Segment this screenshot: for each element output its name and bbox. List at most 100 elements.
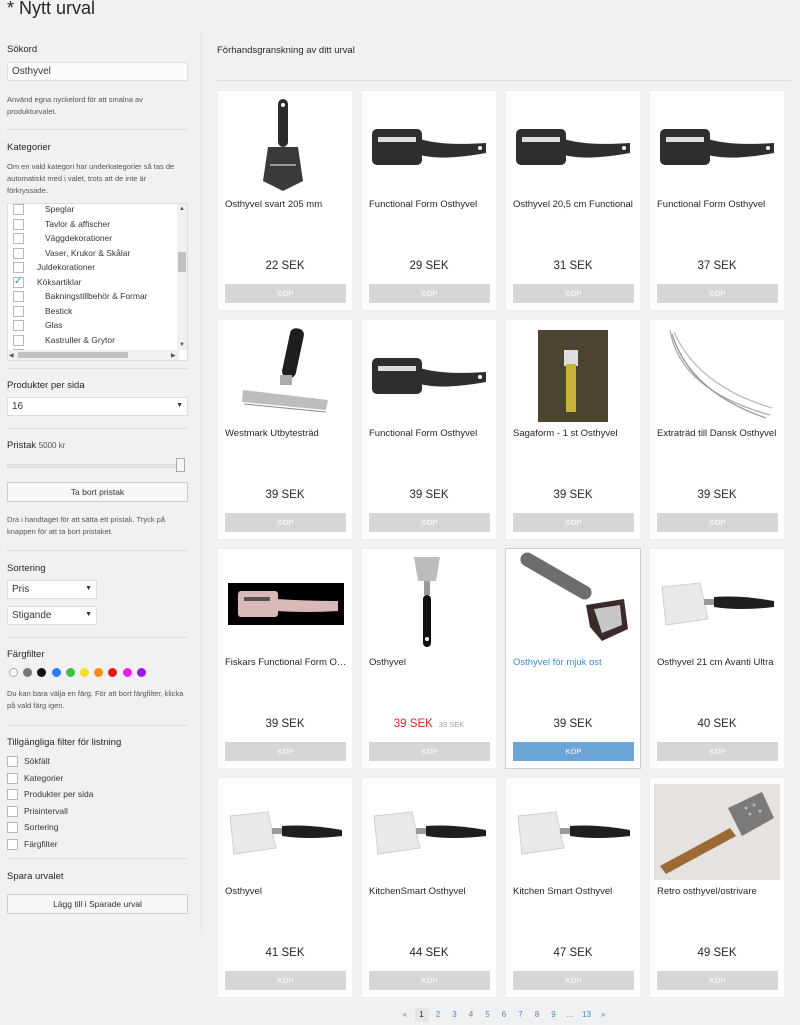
product-name[interactable]: Osthyvel 21 cm Avanti Ultra — [657, 657, 779, 668]
buy-button[interactable]: KÖP — [369, 742, 490, 761]
product-name[interactable]: KitchenSmart Osthyvel — [369, 886, 491, 897]
page-link[interactable]: 6 — [497, 1008, 511, 1022]
slicer-wide-black-icon[interactable] — [650, 91, 784, 199]
product-card[interactable]: Extraträd till Dansk Osthyvel 39 SEK KÖP — [649, 319, 785, 540]
filter-option[interactable]: Produkter per sida — [7, 787, 93, 801]
color-swatch[interactable] — [9, 668, 18, 677]
per-page-select[interactable]: 16 ▼ — [7, 397, 188, 416]
buy-button[interactable]: KÖP — [225, 971, 346, 990]
product-card[interactable]: Osthyvel 39 SEK 39 SEK KÖP — [361, 548, 497, 769]
color-swatch[interactable] — [37, 668, 47, 677]
slicer-soft-icon[interactable] — [506, 549, 640, 657]
product-card[interactable]: Sagaform - 1 st Osthyvel 39 SEK KÖP — [505, 319, 641, 540]
buy-button[interactable]: KÖP — [225, 742, 346, 761]
buy-button[interactable]: KÖP — [513, 971, 634, 990]
wires-icon[interactable] — [650, 320, 784, 428]
buy-button[interactable]: KÖP — [657, 971, 778, 990]
product-name[interactable]: Functional Form Osthyvel — [369, 199, 491, 210]
category-item[interactable]: Bestick — [13, 304, 72, 318]
product-name[interactable]: Functional Form Osthyvel — [657, 199, 779, 210]
product-card[interactable]: Westmark Utbytesträd 39 SEK KÖP — [217, 319, 353, 540]
page-link[interactable]: ... — [563, 1008, 577, 1022]
category-checkbox[interactable] — [13, 204, 24, 216]
filter-checkbox[interactable] — [7, 772, 18, 784]
product-card[interactable]: Fiskars Functional Form Osthyvel 39 SEK KÖ… — [217, 548, 353, 769]
category-checkbox[interactable] — [13, 233, 24, 245]
color-swatch[interactable] — [108, 668, 118, 677]
filter-checkbox[interactable] — [7, 789, 18, 801]
color-swatch[interactable] — [94, 668, 104, 677]
scroll-right-icon[interactable]: ▶ — [171, 352, 176, 359]
product-card[interactable]: Osthyvel 20,5 cm Functional 31 SEK KÖP — [505, 90, 641, 311]
buy-button[interactable]: KÖP — [225, 284, 346, 303]
filter-option[interactable]: Kategorier — [7, 771, 63, 785]
buy-button[interactable]: KÖP — [657, 284, 778, 303]
product-name[interactable]: Osthyvel svart 205 mm — [225, 199, 347, 210]
buy-button[interactable]: KÖP — [513, 284, 634, 303]
filter-checkbox[interactable] — [7, 805, 18, 817]
slicer-white-icon[interactable] — [218, 778, 352, 886]
category-checkbox[interactable] — [13, 247, 24, 259]
category-item[interactable]: Vaser, Krukor & Skålar — [13, 246, 130, 260]
color-swatch[interactable] — [136, 668, 146, 677]
slicer-wide-black-icon[interactable] — [362, 320, 496, 428]
buy-button[interactable]: KÖP — [369, 971, 490, 990]
category-item[interactable]: Juldekorationer — [13, 260, 95, 274]
filter-option[interactable]: Prisintervall — [7, 804, 68, 818]
filter-option[interactable]: Sökfält — [7, 754, 50, 768]
product-name[interactable]: Sagaform - 1 st Osthyvel — [513, 428, 635, 439]
buy-button[interactable]: KÖP — [657, 742, 778, 761]
slicer-pink-icon[interactable] — [218, 549, 352, 657]
product-name[interactable]: Kitchen Smart Osthyvel — [513, 886, 635, 897]
slicer-white-icon[interactable] — [362, 778, 496, 886]
page-link[interactable]: 9 — [547, 1008, 561, 1022]
scroll-thumb[interactable] — [178, 252, 186, 272]
page-link[interactable]: 2 — [431, 1008, 445, 1022]
slicer-wide-black-icon[interactable] — [506, 91, 640, 199]
price-cap-slider-handle[interactable] — [176, 458, 185, 472]
color-swatch[interactable] — [80, 668, 89, 677]
category-item[interactable]: Köksartiklar — [13, 275, 81, 289]
product-card[interactable]: Osthyvel för mjuk ost 39 SEK KÖP — [505, 548, 641, 769]
product-name[interactable]: Retro osthyvel/ostrivare — [657, 886, 779, 897]
color-swatch[interactable] — [23, 668, 33, 677]
product-card[interactable]: Functional Form Osthyvel 37 SEK KÖP — [649, 90, 785, 311]
buy-button[interactable]: KÖP — [513, 513, 634, 532]
filter-checkbox[interactable] — [7, 838, 18, 850]
product-card[interactable]: Osthyvel 41 SEK KÖP — [217, 777, 353, 998]
product-card[interactable]: KitchenSmart Osthyvel 44 SEK KÖP — [361, 777, 497, 998]
color-swatch[interactable] — [122, 668, 132, 677]
color-swatch[interactable] — [51, 668, 61, 677]
category-item[interactable]: Bakningstillbehör & Formar — [13, 289, 148, 303]
buy-button[interactable]: KÖP — [513, 742, 634, 761]
product-name[interactable]: Functional Form Osthyvel — [369, 428, 491, 439]
category-checkbox[interactable] — [13, 291, 24, 303]
category-item[interactable]: Tavlor & affischer — [13, 217, 110, 231]
page-current[interactable]: 1 — [414, 1008, 429, 1022]
slicer-wide-black-icon[interactable] — [362, 91, 496, 199]
category-checkbox[interactable] — [13, 262, 24, 274]
category-checkbox[interactable] — [13, 218, 24, 230]
slicer-white-icon[interactable] — [650, 549, 784, 657]
page-link[interactable]: « — [398, 1008, 412, 1022]
category-item[interactable]: Glas — [13, 318, 62, 332]
buy-button[interactable]: KÖP — [225, 513, 346, 532]
product-name[interactable]: Osthyvel för mjuk ost — [513, 657, 635, 668]
category-checkbox[interactable] — [13, 334, 24, 346]
filter-option[interactable]: Sortering — [7, 820, 59, 834]
product-card[interactable]: Kitchen Smart Osthyvel 47 SEK KÖP — [505, 777, 641, 998]
grater-wood-icon[interactable] — [650, 778, 784, 886]
product-name[interactable]: Westmark Utbytesträd — [225, 428, 347, 439]
scroll-up-icon[interactable]: ▲ — [179, 206, 185, 212]
category-checkbox[interactable] — [13, 320, 24, 332]
product-card[interactable]: Functional Form Osthyvel 29 SEK KÖP — [361, 90, 497, 311]
buy-button[interactable]: KÖP — [369, 284, 490, 303]
product-name[interactable]: Osthyvel — [225, 886, 347, 897]
product-name[interactable]: Osthyvel 20,5 cm Functional — [513, 199, 635, 210]
category-list[interactable]: Speglar Tavlor & affischer Väggdekoratione… — [7, 203, 188, 361]
buy-button[interactable]: KÖP — [657, 513, 778, 532]
page-link[interactable]: 7 — [514, 1008, 528, 1022]
wire-slicer-icon[interactable] — [218, 320, 352, 428]
color-swatch[interactable] — [65, 668, 75, 677]
product-card[interactable]: Retro osthyvel/ostrivare 49 SEK KÖP — [649, 777, 785, 998]
